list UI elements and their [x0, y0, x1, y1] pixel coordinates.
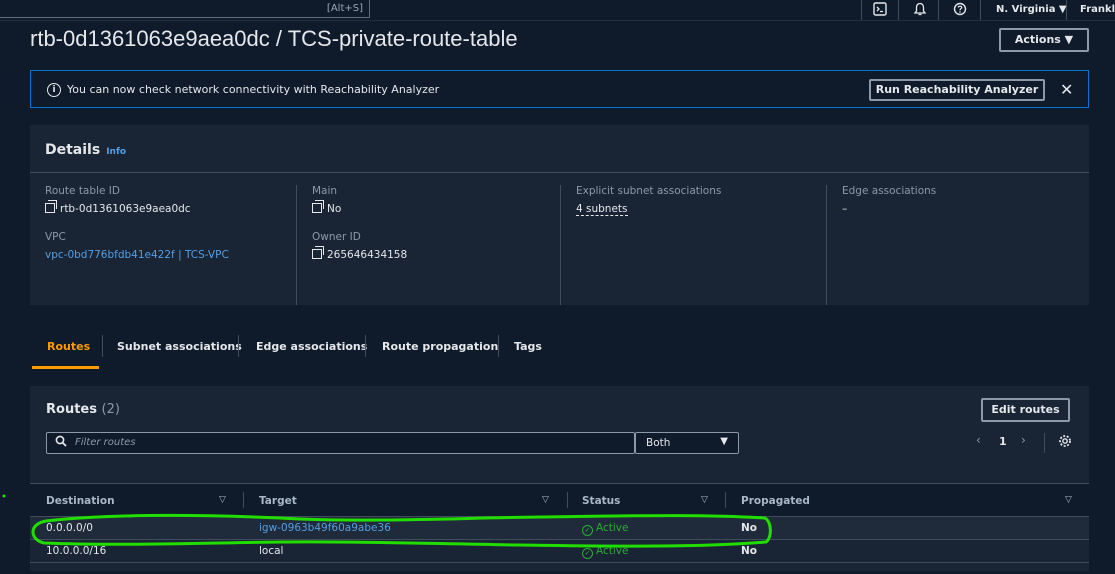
settings-gear-icon[interactable] — [1058, 434, 1072, 451]
sort-icon[interactable]: ▽ — [542, 495, 549, 505]
info-banner: i You can now check network connectivity… — [30, 70, 1089, 108]
owner-id-label: Owner ID — [312, 231, 361, 243]
main-label: Main — [312, 185, 338, 197]
divider — [30, 172, 1089, 173]
info-link[interactable]: Info — [106, 147, 126, 157]
next-page-icon[interactable]: › — [1021, 433, 1026, 447]
tab-routes[interactable]: Routes — [47, 340, 90, 353]
filter-placeholder: Filter routes — [75, 437, 136, 448]
column-header-status[interactable]: Status — [582, 495, 620, 507]
topbar-divider — [980, 0, 981, 20]
routes-count: (2) — [101, 402, 120, 417]
caret-down-icon: ▼ — [720, 436, 728, 447]
column-divider — [826, 185, 827, 305]
column-divider[interactable] — [725, 492, 726, 508]
column-header-propagated[interactable]: Propagated — [741, 495, 810, 507]
details-heading: Details Info — [45, 142, 126, 158]
page-number[interactable]: 1 — [999, 435, 1007, 448]
tab-route-propagation[interactable]: Route propagation — [382, 340, 498, 353]
route-table-id-value: rtb-0d1361063e9aea0dc — [45, 200, 229, 215]
sort-icon[interactable]: ▽ — [219, 495, 226, 505]
green-stray-mark — [2, 494, 6, 498]
filter-routes-input[interactable]: Filter routes — [46, 432, 635, 454]
tab-edge-associations[interactable]: Edge associations — [256, 340, 367, 353]
propagation-filter-select[interactable]: Both ▼ — [635, 432, 739, 454]
propagated-cell: No — [741, 522, 758, 534]
target-link[interactable]: igw-0963b49f60a9abe36 — [259, 522, 391, 534]
tab-divider — [498, 335, 499, 357]
details-panel: Details Info Route table ID rtb-0d1361063… — [30, 125, 1089, 305]
column-divider — [296, 185, 297, 305]
active-tab-indicator — [32, 366, 99, 369]
topbar-divider — [861, 0, 862, 20]
column-divider[interactable] — [243, 492, 244, 508]
copy-icon[interactable] — [312, 200, 324, 213]
routes-panel: Routes (2) Edit routes Filter routes Bot… — [30, 386, 1089, 571]
details-column-3: Explicit subnet associations 4 subnets — [576, 185, 721, 295]
details-column-2: Main No Owner ID 265646434158 — [312, 185, 407, 295]
column-header-destination[interactable]: Destination — [46, 495, 115, 507]
topbar-divider — [1066, 0, 1067, 20]
status-badge: ✓ Active — [582, 545, 628, 559]
region-selector[interactable]: N. Virginia ▼ — [996, 4, 1067, 15]
account-menu[interactable]: Franklin — [1080, 4, 1115, 15]
main-value: No — [312, 200, 407, 215]
copy-icon[interactable] — [312, 246, 324, 259]
global-search-input[interactable]: [Alt+S] — [0, 0, 370, 18]
table-row[interactable]: 0.0.0.0/0 igw-0963b49f60a9abe36 ✓ Active … — [30, 517, 1089, 540]
edge-associations-value: – — [842, 203, 848, 215]
table-row[interactable]: 10.0.0.0/16 local ✓ Active No — [30, 540, 1089, 563]
bell-icon[interactable] — [912, 2, 928, 18]
route-table-id-label: Route table ID — [45, 185, 120, 197]
actions-button[interactable]: Actions ▼ — [999, 28, 1089, 52]
sort-icon[interactable]: ▽ — [701, 495, 708, 505]
column-divider — [560, 185, 561, 305]
details-column-4: Edge associations – — [842, 185, 936, 295]
explicit-subnet-associations-label: Explicit subnet associations — [576, 185, 722, 197]
tab-tags[interactable]: Tags — [514, 340, 542, 353]
routes-heading: Routes (2) — [46, 402, 120, 417]
topbar-divider — [938, 0, 939, 20]
run-reachability-analyzer-button[interactable]: Run Reachability Analyzer — [869, 79, 1045, 101]
column-divider[interactable] — [567, 492, 568, 508]
info-icon: i — [47, 83, 61, 97]
help-icon[interactable] — [952, 2, 968, 18]
column-header-target[interactable]: Target — [259, 495, 297, 507]
vpc-link[interactable]: vpc-0bd776bfdb41e422f | TCS-VPC — [45, 249, 229, 261]
top-navigation-bar: [Alt+S] N. Virginia ▼ Franklin — [0, 0, 1115, 21]
edit-routes-button[interactable]: Edit routes — [981, 398, 1070, 422]
explicit-subnet-associations-value[interactable]: 4 subnets — [576, 203, 721, 216]
destination-cell: 10.0.0.0/16 — [46, 545, 107, 557]
check-circle-icon: ✓ — [582, 525, 593, 536]
pager-divider — [1044, 433, 1045, 453]
propagated-cell: No — [741, 545, 758, 557]
owner-id-value: 265646434158 — [312, 246, 407, 261]
tab-divider — [102, 335, 103, 357]
tab-subnet-associations[interactable]: Subnet associations — [117, 340, 242, 353]
close-icon[interactable]: ✕ — [1060, 80, 1073, 99]
routes-table-header: Destination ▽ Target ▽ Status ▽ Propagat… — [30, 483, 1089, 517]
edge-associations-label: Edge associations — [842, 185, 937, 197]
page-title: rtb-0d1361063e9aea0dc / TCS-private-rout… — [30, 26, 518, 51]
tab-bar: Routes Subnet associations Edge associat… — [30, 330, 1089, 370]
search-shortcut-hint: [Alt+S] — [326, 3, 363, 14]
copy-icon[interactable] — [45, 200, 57, 213]
details-title: Details — [45, 142, 101, 158]
sort-icon[interactable]: ▽ — [1065, 495, 1072, 505]
status-badge: ✓ Active — [582, 522, 628, 536]
search-icon — [55, 435, 67, 450]
banner-message: You can now check network connectivity w… — [67, 83, 440, 96]
target-cell: local — [259, 545, 284, 557]
select-value: Both — [646, 437, 671, 449]
tab-divider — [238, 335, 239, 357]
tab-divider — [365, 335, 366, 357]
check-circle-icon: ✓ — [582, 548, 593, 559]
destination-cell: 0.0.0.0/0 — [46, 522, 93, 534]
topbar-divider — [898, 0, 899, 20]
details-column-1: Route table ID rtb-0d1361063e9aea0dc VPC… — [45, 185, 229, 295]
cloudshell-icon[interactable] — [872, 2, 888, 18]
previous-page-icon[interactable]: ‹ — [976, 433, 981, 447]
vpc-label: VPC — [45, 231, 66, 243]
